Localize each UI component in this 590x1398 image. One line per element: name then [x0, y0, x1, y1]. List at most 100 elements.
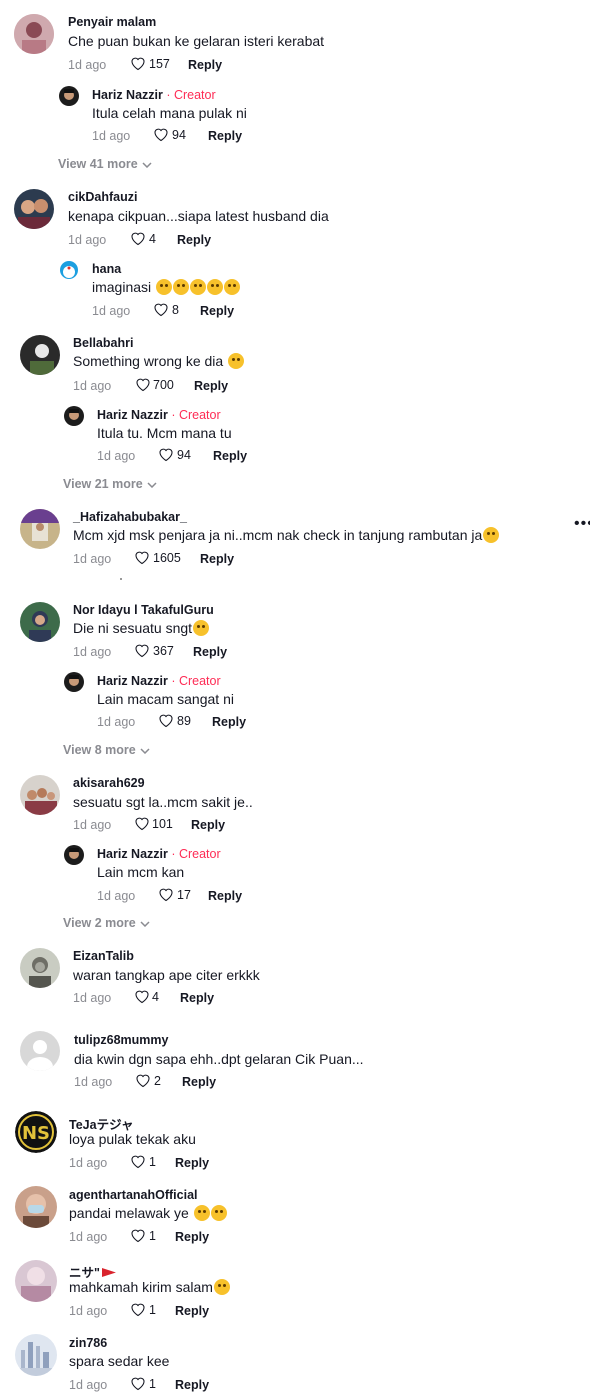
avatar[interactable]: [14, 14, 54, 54]
comment-username[interactable]: agenthartanahOfficial: [69, 1188, 198, 1202]
avatar[interactable]: [20, 775, 60, 815]
reply-button[interactable]: Reply: [212, 715, 246, 729]
comment-text: pandai melawak ye: [69, 1205, 227, 1221]
reply-button[interactable]: Reply: [200, 552, 234, 566]
comment-text: Lain macam sangat ni: [97, 691, 234, 707]
reply-button[interactable]: Reply: [194, 379, 228, 393]
heart-icon[interactable]: [130, 231, 146, 246]
avatar[interactable]: [64, 845, 84, 865]
comment-username[interactable]: zin786: [69, 1336, 107, 1350]
avatar[interactable]: [20, 335, 60, 375]
heart-icon[interactable]: [153, 302, 169, 317]
like-count: 94: [172, 128, 186, 142]
avatar[interactable]: [64, 406, 84, 426]
comment-username[interactable]: _Hafizahabubakar_: [73, 510, 187, 524]
reply-button[interactable]: Reply: [208, 889, 242, 903]
comment-username[interactable]: Penyair malam: [68, 15, 156, 29]
reply-button[interactable]: Reply: [213, 449, 247, 463]
comment-username[interactable]: Hariz Nazzir · Creator: [97, 847, 221, 861]
heart-icon[interactable]: [153, 127, 169, 142]
heart-icon[interactable]: [134, 816, 150, 831]
hugging-emoji-icon: [213, 1279, 230, 1295]
avatar[interactable]: [64, 672, 84, 692]
avatar[interactable]: [20, 948, 60, 988]
comment-username[interactable]: hana: [92, 262, 121, 276]
avatar[interactable]: [15, 1334, 57, 1376]
comment-text: Lain mcm kan: [97, 864, 185, 880]
reply-button[interactable]: Reply: [208, 129, 242, 143]
heart-icon[interactable]: [135, 377, 151, 392]
heart-icon[interactable]: [158, 447, 174, 462]
heart-icon[interactable]: [134, 989, 150, 1004]
comment-username[interactable]: EizanTalib: [73, 949, 134, 963]
heart-icon[interactable]: [130, 1376, 146, 1391]
comment-username[interactable]: Nor Idayu l TakafulGuru: [73, 603, 214, 617]
heart-icon[interactable]: [134, 643, 150, 658]
view-more-replies[interactable]: View 8 more: [63, 743, 150, 757]
rofl-emoji-icon: [224, 279, 241, 295]
heart-icon[interactable]: [134, 550, 150, 565]
comment-text: Che puan bukan ke gelaran isteri kerabat: [68, 33, 325, 49]
comment-text: mahkamah kirim salam: [69, 1279, 230, 1295]
comment-text: Itula tu. Mcm mana tu: [97, 425, 232, 441]
avatar[interactable]: [14, 189, 54, 229]
creator-badge: · Creator: [167, 674, 221, 688]
view-more-replies[interactable]: View 41 more: [58, 157, 152, 171]
reply-button[interactable]: Reply: [175, 1378, 209, 1392]
comment-username[interactable]: cikDahfauzi: [68, 190, 137, 204]
comment-username[interactable]: akisarah629: [73, 776, 145, 790]
comment-text: Die ni sesuatu sngt: [73, 620, 210, 636]
more-dots-icon[interactable]: •••: [574, 515, 590, 533]
comment-username[interactable]: Hariz Nazzir · Creator: [97, 674, 221, 688]
like-count: 1: [149, 1377, 156, 1391]
heart-icon[interactable]: [158, 713, 174, 728]
heart-icon[interactable]: [130, 1154, 146, 1169]
reply-button[interactable]: Reply: [193, 645, 227, 659]
reply-button[interactable]: Reply: [175, 1230, 209, 1244]
avatar[interactable]: NS: [15, 1111, 57, 1153]
weary-emoji-icon: [228, 353, 245, 369]
reply-button[interactable]: Reply: [188, 58, 222, 72]
rofl-emoji-icon: [190, 279, 207, 295]
heart-icon[interactable]: [130, 1228, 146, 1243]
heart-icon[interactable]: [130, 56, 146, 71]
avatar[interactable]: [59, 86, 79, 106]
view-more-replies[interactable]: View 21 more: [63, 477, 157, 491]
view-more-replies[interactable]: View 2 more: [63, 916, 150, 930]
heart-icon[interactable]: [130, 1302, 146, 1317]
avatar[interactable]: [20, 509, 60, 549]
reply-button[interactable]: Reply: [175, 1304, 209, 1318]
heart-icon[interactable]: [158, 887, 174, 902]
comment-time: 1d ago: [68, 58, 107, 72]
reply-button[interactable]: Reply: [177, 233, 211, 247]
like-count: 367: [153, 644, 174, 658]
comment-time: 1d ago: [69, 1378, 108, 1392]
laughing-emoji-icon: [156, 279, 173, 295]
reply-button[interactable]: Reply: [191, 818, 225, 832]
avatar[interactable]: [15, 1186, 57, 1228]
avatar[interactable]: [20, 602, 60, 642]
comment-username[interactable]: Bellabahri: [73, 336, 133, 350]
comment-text: Mcm xjd msk penjara ja ni..mcm nak check…: [73, 527, 500, 543]
heart-icon[interactable]: [135, 1073, 151, 1088]
reply-button[interactable]: Reply: [182, 1075, 216, 1089]
reply-button[interactable]: Reply: [180, 991, 214, 1005]
comment-text: Itula celah mana pulak ni: [92, 105, 247, 121]
like-count: 1: [149, 1229, 156, 1243]
comment-username[interactable]: Hariz Nazzir · Creator: [92, 88, 216, 102]
like-count: 94: [177, 448, 191, 462]
avatar[interactable]: [59, 260, 79, 280]
reply-button[interactable]: Reply: [200, 304, 234, 318]
avatar[interactable]: [15, 1260, 57, 1302]
like-count: 89: [177, 714, 191, 728]
comment-text: loya pulak tekak aku: [69, 1131, 196, 1147]
rofl-emoji-icon: [193, 1205, 210, 1221]
chevron-down-icon: [140, 921, 150, 927]
comment-username[interactable]: tulipz68mummy: [74, 1033, 168, 1047]
comment-username[interactable]: Hariz Nazzir · Creator: [97, 408, 221, 422]
comment-time: 1d ago: [73, 818, 112, 832]
comment-text: spara sedar kee: [69, 1353, 170, 1369]
reply-button[interactable]: Reply: [175, 1156, 209, 1170]
avatar[interactable]: [20, 1031, 60, 1071]
like-count: 8: [172, 303, 179, 317]
